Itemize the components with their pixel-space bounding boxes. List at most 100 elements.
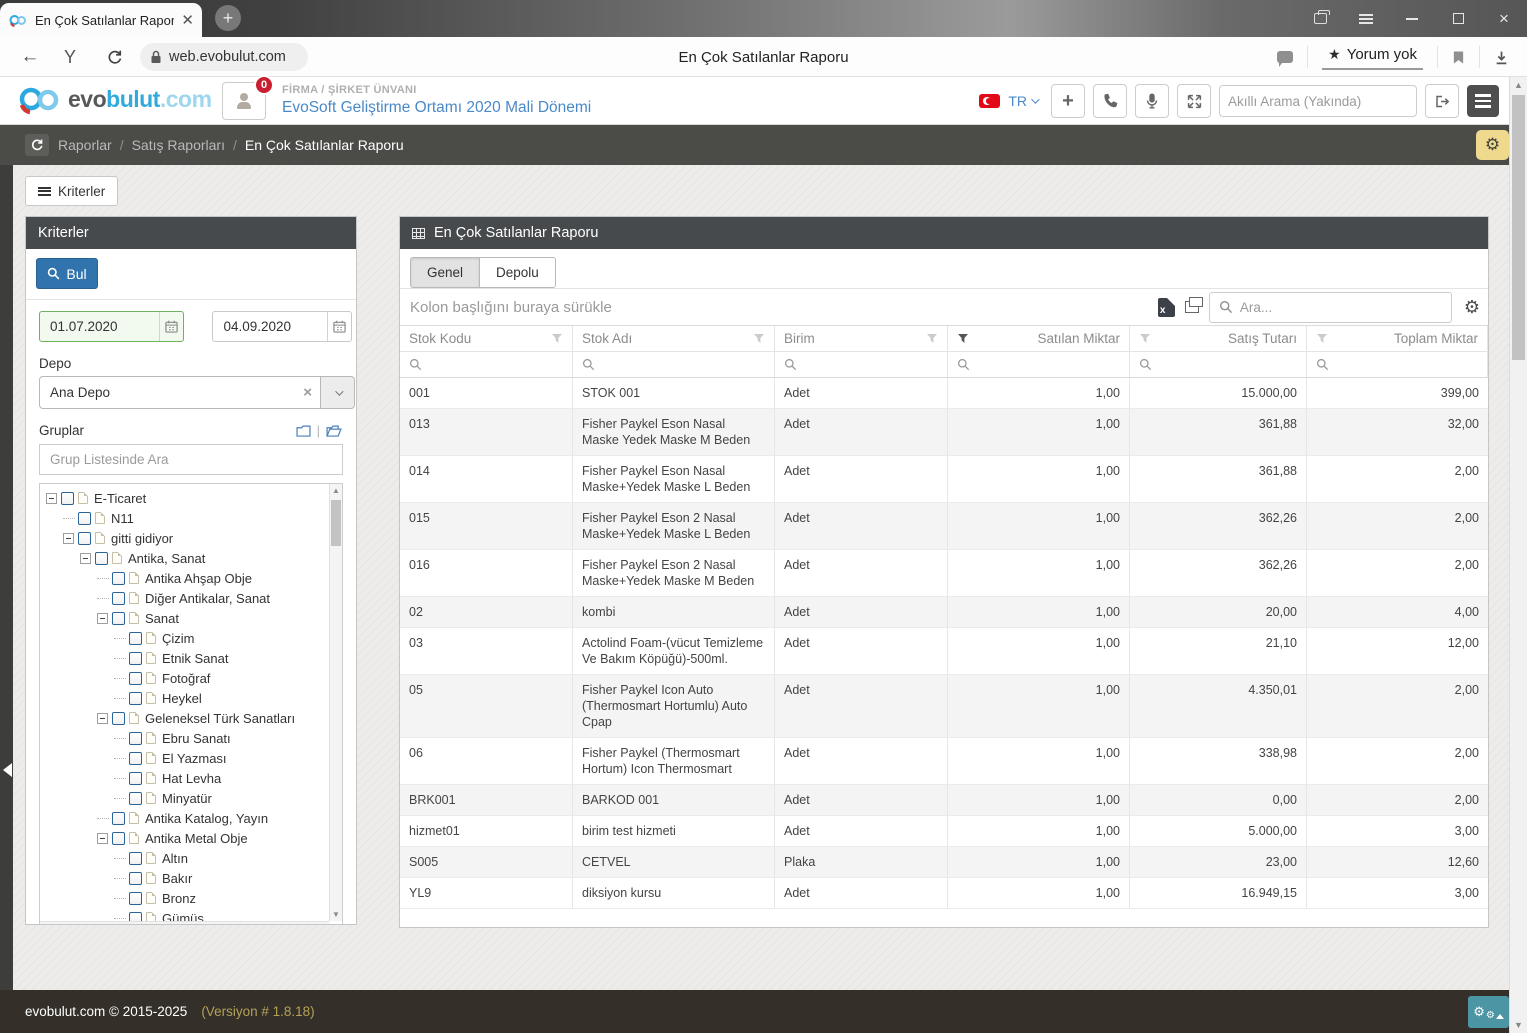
table-row[interactable]: 014 Fisher Paykel Eson Nasal Maske+Yedek… [400, 456, 1488, 503]
refresh-button[interactable] [25, 134, 49, 156]
depot-dropdown-button[interactable] [321, 376, 355, 409]
tree-checkbox[interactable] [112, 612, 125, 625]
tree-item-label[interactable]: Minyatür [162, 791, 212, 806]
tree-item-label[interactable]: Antika Katalog, Yayın [145, 811, 268, 826]
tree-item-label[interactable]: Ebru Sanatı [162, 731, 231, 746]
tree-item-label[interactable]: El Yazması [162, 751, 227, 766]
logout-button[interactable] [1425, 84, 1459, 118]
tree-item[interactable]: Diğer Antikalar, Sanat [40, 588, 329, 608]
tree-item[interactable]: Altın [40, 848, 329, 868]
browser-tab[interactable]: En Çok Satılanlar Raporu ✕ [0, 3, 202, 37]
page-settings-button[interactable]: ⚙ [1476, 130, 1509, 160]
column-header[interactable]: Birim [775, 326, 948, 351]
tree-item[interactable]: Antika Metal Obje [40, 828, 329, 848]
tree-checkbox[interactable] [112, 592, 125, 605]
tree-item[interactable]: gitti gidiyor [40, 528, 329, 548]
tree-item[interactable]: E-Ticaret [40, 488, 329, 508]
table-row[interactable]: 05 Fisher Paykel Icon Auto (Thermosmart … [400, 675, 1488, 738]
tree-item-label[interactable]: Fotoğraf [162, 671, 210, 686]
table-row[interactable]: 016 Fisher Paykel Eson 2 Nasal Maske+Yed… [400, 550, 1488, 597]
tree-item[interactable]: Çizim [40, 628, 329, 648]
fullscreen-button[interactable] [1177, 84, 1211, 118]
microphone-button[interactable] [1135, 84, 1169, 118]
grid-search-input[interactable] [1240, 300, 1442, 315]
tree-item-label[interactable]: Etnik Sanat [162, 651, 229, 666]
tree-checkbox[interactable] [129, 852, 142, 865]
tree-horizontal-scrollbar[interactable]: ◄ ► [40, 921, 329, 925]
criteria-toggle-button[interactable]: Kriterler [25, 176, 118, 206]
column-header[interactable]: Stok Adı [573, 326, 775, 351]
comments-icon[interactable] [1277, 51, 1293, 63]
tree-item[interactable]: Antika Ahşap Obje [40, 568, 329, 588]
user-button[interactable]: 0 [222, 82, 266, 120]
system-tools-button[interactable]: ⚙ ⚙ [1468, 996, 1509, 1028]
column-header[interactable]: Toplam Miktar [1307, 326, 1488, 351]
tree-collapse-toggle[interactable] [97, 713, 108, 724]
tree-checkbox[interactable] [129, 672, 142, 685]
tree-checkbox[interactable] [112, 712, 125, 725]
tree-checkbox[interactable] [129, 692, 142, 705]
column-filter-cell[interactable] [1130, 351, 1307, 378]
find-button[interactable]: Bul [36, 258, 98, 289]
column-filter-cell[interactable] [948, 351, 1130, 378]
tree-checkbox[interactable] [129, 872, 142, 885]
tree-collapse-toggle[interactable] [63, 533, 74, 544]
scroll-down-icon[interactable]: ▼ [1510, 1020, 1527, 1030]
phone-button[interactable] [1093, 84, 1127, 118]
app-menu-button[interactable] [1467, 85, 1499, 117]
table-row[interactable]: S005 CETVEL Plaka 1,00 23,00 12,60 [400, 847, 1488, 878]
tree-item[interactable]: Gümüş [40, 908, 329, 921]
date-to-input[interactable] [213, 319, 326, 334]
tree-checkbox[interactable] [95, 552, 108, 565]
table-row[interactable]: 013 Fisher Paykel Eson Nasal Maske Yedek… [400, 409, 1488, 456]
tree-item[interactable]: Minyatür [40, 788, 329, 808]
report-view-tab[interactable]: Genel [410, 257, 480, 288]
column-header[interactable]: Stok Kodu [400, 326, 573, 351]
tree-checkbox[interactable] [112, 572, 125, 585]
tree-item-label[interactable]: Antika Ahşap Obje [145, 571, 252, 586]
tree-item-label[interactable]: N11 [111, 511, 134, 526]
column-header[interactable]: Satış Tutarı [1130, 326, 1307, 351]
filter-icon[interactable] [1316, 333, 1328, 344]
download-icon[interactable] [1494, 50, 1509, 65]
filter-icon[interactable] [753, 333, 765, 344]
grid-settings-button[interactable]: ⚙ [1464, 297, 1480, 318]
table-row[interactable]: BRK001 BARKOD 001 Adet 1,00 0,00 2,00 [400, 785, 1488, 816]
date-from-input[interactable] [40, 319, 159, 334]
add-button[interactable]: + [1051, 84, 1085, 118]
tree-item-label[interactable]: gitti gidiyor [111, 531, 173, 546]
tree-collapse-toggle[interactable] [80, 553, 91, 564]
breadcrumb-item[interactable]: Raporlar [58, 137, 112, 153]
tree-collapse-toggle[interactable] [97, 833, 108, 844]
forward-button[interactable]: Y [54, 37, 86, 77]
panel-collapse-strip[interactable] [0, 165, 13, 990]
tree-item-label[interactable]: Geleneksel Türk Sanatları [145, 711, 295, 726]
tree-item-label[interactable]: Bronz [162, 891, 196, 906]
report-view-tab[interactable]: Depolu [479, 257, 556, 288]
evobulut-logo[interactable]: evobulut.com [14, 83, 212, 115]
group-search-input[interactable] [40, 452, 342, 467]
tree-item-label[interactable]: Heykel [162, 691, 202, 706]
window-close-button[interactable]: × [1481, 0, 1527, 37]
tree-item-label[interactable]: Gümüş [162, 911, 204, 922]
tree-item-label[interactable]: Bakır [162, 871, 192, 886]
tree-item-label[interactable]: Çizim [162, 631, 195, 646]
tree-checkbox[interactable] [129, 792, 142, 805]
smart-search-input[interactable] [1228, 94, 1405, 109]
tree-item-label[interactable]: E-Ticaret [94, 491, 146, 506]
language-selector[interactable]: TR [1008, 93, 1037, 109]
tree-item[interactable]: N11 [40, 508, 329, 528]
rating-control[interactable]: ★ Yorum yok [1322, 44, 1423, 70]
window-maximize-button[interactable] [1435, 0, 1481, 37]
tree-checkbox[interactable] [112, 812, 125, 825]
column-filter-cell[interactable] [775, 351, 948, 378]
calendar-icon[interactable] [327, 312, 351, 341]
tree-collapse-toggle[interactable] [97, 613, 108, 624]
tree-checkbox[interactable] [129, 772, 142, 785]
tab-close-icon[interactable]: ✕ [181, 13, 194, 28]
back-button[interactable]: ← [12, 37, 48, 77]
tree-checkbox[interactable] [129, 892, 142, 905]
new-tab-button[interactable]: + [215, 5, 241, 31]
tree-checkbox[interactable] [112, 832, 125, 845]
table-row[interactable]: 001 STOK 001 Adet 1,00 15.000,00 399,00 [400, 378, 1488, 409]
